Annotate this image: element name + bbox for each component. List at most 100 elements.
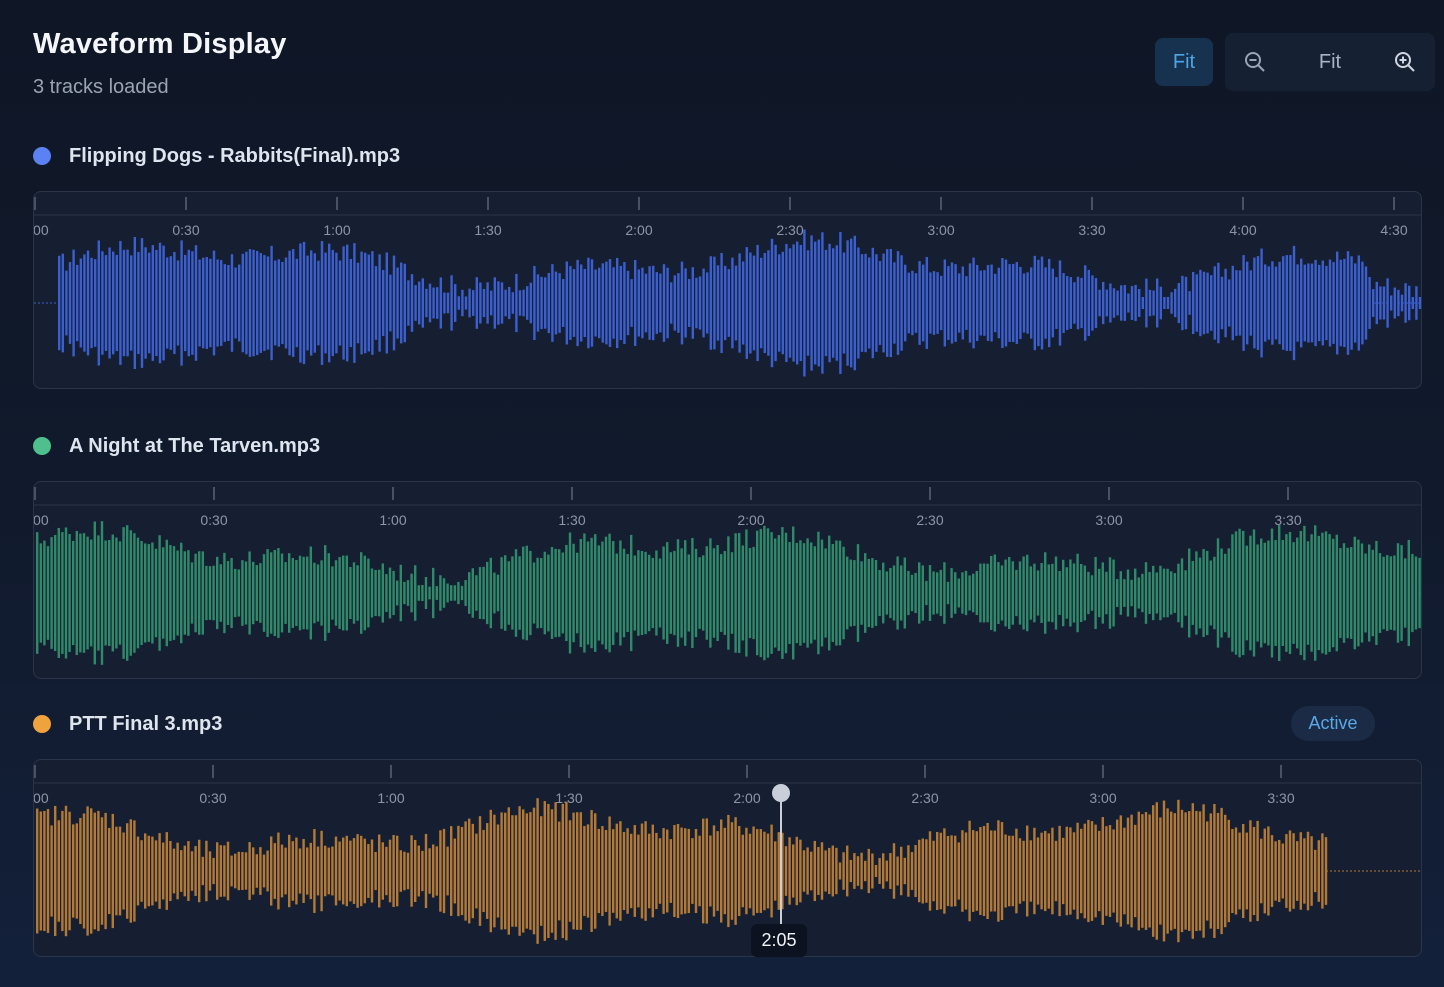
waveform-bar (274, 260, 277, 346)
waveform-bar (345, 555, 348, 631)
waveform-bar (532, 562, 536, 624)
waveform-bar (86, 806, 89, 936)
waveform-bar (997, 267, 1000, 339)
waveform-bar (961, 266, 964, 340)
waveform-bar (802, 543, 806, 643)
waveform-bar (367, 254, 370, 352)
waveform-bar (273, 843, 276, 899)
waveform-bar (1109, 283, 1112, 323)
waveform-bar (730, 552, 734, 634)
waveform-bar (292, 249, 295, 357)
waveform-bar (482, 288, 486, 318)
waveform-bar (795, 836, 798, 906)
waveform-bar (1083, 565, 1086, 621)
waveform-bar (832, 248, 835, 358)
waveform-bar (234, 853, 237, 889)
waveform-bar (1054, 840, 1058, 902)
waveform-bar (82, 533, 86, 653)
waveform-bar (1141, 297, 1144, 309)
waveform-bar (943, 562, 946, 624)
waveform-bar (349, 258, 352, 348)
waveform-3[interactable]: 0:00 0:30 1:00 1:30 2:00 2:30 3:00 3:30 (34, 760, 1422, 957)
waveform-bar (569, 266, 572, 340)
fit-button[interactable]: Fit (1301, 33, 1359, 91)
waveform-bar (1246, 261, 1249, 345)
waveform-bar (741, 545, 744, 641)
waveform-bar (137, 251, 140, 355)
waveform-bar (615, 553, 618, 633)
waveform-bar (288, 250, 291, 356)
waveform-bar (774, 244, 777, 362)
waveform-bar (543, 801, 546, 941)
waveform-bar (436, 287, 439, 319)
waveform-bar (234, 267, 237, 339)
waveform-bar (799, 244, 802, 362)
zoom-in-icon[interactable] (1387, 33, 1423, 91)
waveform-bar (410, 835, 413, 907)
tick-label: 3:30 (1267, 790, 1294, 806)
waveform-bar (367, 844, 370, 898)
waveform-bar (1066, 276, 1069, 330)
waveform-bar (968, 575, 971, 611)
waveform-bar (515, 273, 518, 333)
waveform-bar (817, 531, 820, 655)
waveform-bar (1018, 838, 1022, 904)
waveform-bar (810, 851, 813, 891)
waveform-bar (493, 814, 496, 928)
waveform-bar (478, 567, 482, 619)
waveform-panel-2[interactable]: 0:000:301:001:302:002:303:003:30 (33, 481, 1422, 679)
waveform-bar (1130, 579, 1133, 607)
waveform-bar (1051, 563, 1054, 623)
waveform-bar (939, 832, 942, 910)
waveform-panel-1[interactable]: 0:00 0:30 1:00 1:30 2:00 2:30 3:00 3:30 4:00 4:30 (33, 191, 1422, 389)
waveform-bar (54, 534, 57, 652)
waveform-bar (201, 551, 204, 635)
waveform-bar (1263, 828, 1266, 914)
waveform-bar (115, 537, 118, 649)
waveform-bar (392, 255, 396, 351)
waveform-bar (298, 848, 302, 894)
waveform-bar (954, 572, 957, 614)
waveform-bar (637, 269, 640, 337)
waveform-bar (972, 573, 975, 613)
waveform-bar (892, 565, 896, 621)
waveform-2[interactable]: 0:000:301:001:302:002:303:003:30 (34, 482, 1422, 679)
waveform-bar (957, 842, 960, 900)
waveform-bar (1260, 538, 1263, 648)
waveform-panel-3[interactable]: 0:00 0:30 1:00 1:30 2:00 2:30 3:00 3:30 (33, 759, 1422, 957)
waveform-bar (352, 838, 356, 904)
waveform-bar (558, 821, 561, 921)
zoom-out-icon[interactable] (1237, 33, 1273, 91)
waveform-bar (385, 574, 388, 612)
waveform-bar (889, 853, 892, 889)
waveform-bar (183, 551, 186, 635)
waveform-bar (849, 859, 852, 883)
waveform-bar (1051, 268, 1054, 338)
waveform-bar (1213, 266, 1216, 340)
waveform-bar (1026, 554, 1029, 632)
waveform-bar (1012, 263, 1015, 343)
waveform-bar (511, 292, 514, 314)
waveform-bar (982, 825, 986, 917)
waveform-bar (36, 532, 39, 654)
waveform-bar (115, 826, 118, 916)
waveform-bar (158, 242, 162, 364)
waveform-bar (1094, 824, 1097, 918)
waveform-bar (90, 257, 93, 349)
waveform-bar (266, 256, 270, 350)
waveform-bar (435, 846, 438, 896)
waveform-bar (1163, 297, 1166, 309)
fit-button-active[interactable]: Fit (1155, 38, 1213, 86)
waveform-bar (158, 535, 161, 651)
waveform-bar (1058, 260, 1062, 346)
waveform-bar (1238, 832, 1241, 910)
waveform-bar (828, 847, 831, 895)
waveform-bar (277, 548, 280, 638)
playhead-handle[interactable] (772, 784, 790, 802)
waveform-bar (640, 551, 644, 635)
waveform-bar (1321, 260, 1324, 346)
waveform-bar (680, 827, 683, 915)
waveform-bar (172, 546, 176, 640)
waveform-1[interactable]: 0:00 0:30 1:00 1:30 2:00 2:30 3:00 3:30 4:00 4:30 (34, 192, 1422, 389)
waveform-bar (1015, 828, 1018, 914)
